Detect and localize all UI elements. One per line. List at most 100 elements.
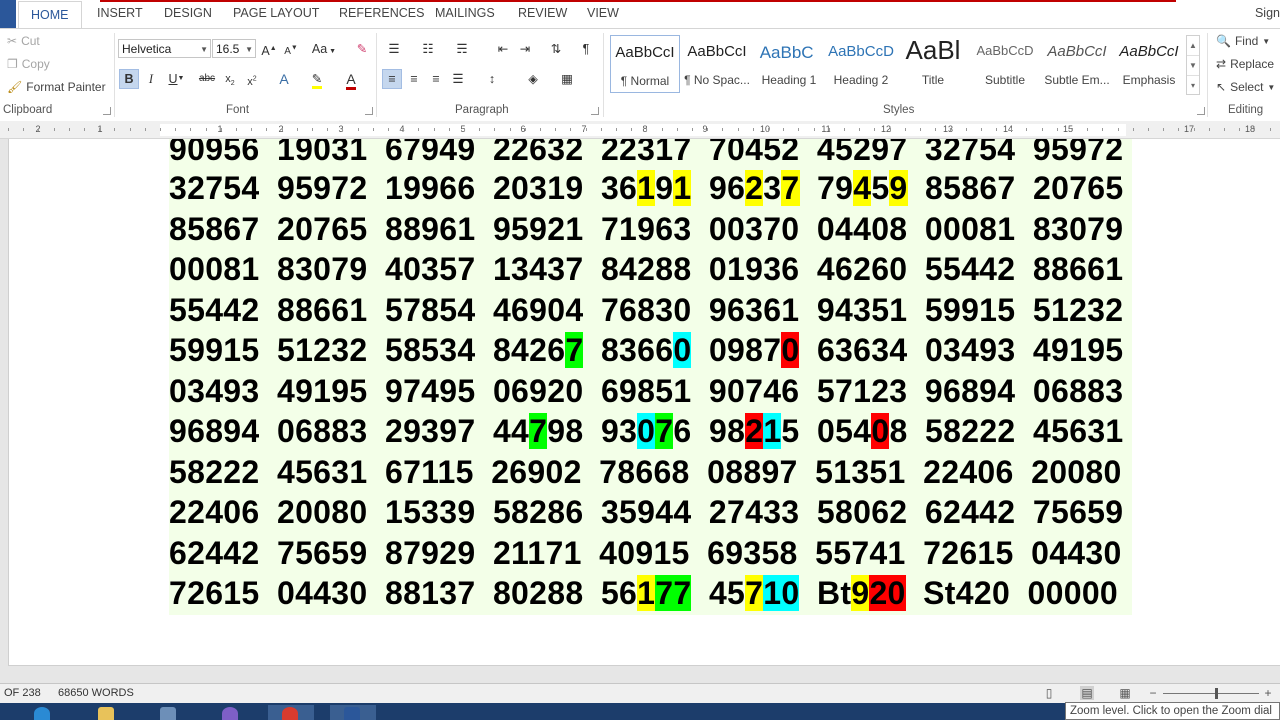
page-count[interactable]: OF 238 [4,687,41,699]
number-group[interactable]: 85867 [169,210,259,248]
line-spacing-button[interactable]: ↕ [482,69,502,89]
tab-mailings[interactable]: MAILINGS [435,6,495,20]
number-group[interactable]: 56177 [601,574,692,612]
number-group[interactable]: 06883 [1033,372,1123,410]
clipboard-dialog-launcher[interactable] [103,107,111,115]
italic-button[interactable]: I [141,69,161,89]
tab-page-layout[interactable]: PAGE LAYOUT [233,6,319,20]
clear-formatting-button[interactable]: ✎ [352,39,372,59]
style-normal[interactable]: AaBbCcI ¶ Normal [610,35,680,93]
number-group[interactable]: 62442 [169,534,259,572]
number-group[interactable]: 20765 [277,210,367,248]
style-heading-1[interactable]: AaBbC Heading 1 [754,35,824,93]
style-subtitle[interactable]: AaBbCcD Subtitle [970,35,1040,93]
number-group[interactable]: 49195 [277,372,367,410]
styles-dialog-launcher[interactable] [1197,107,1205,115]
number-group[interactable]: 75659 [1033,493,1123,531]
number-group[interactable]: 90746 [709,372,799,410]
read-mode-icon[interactable]: ▯ [1042,686,1056,700]
style-subtle-emphasis[interactable]: AaBbCcI Subtle Em... [1042,35,1112,93]
number-group[interactable]: 88137 [385,574,475,612]
number-group[interactable]: 67115 [385,453,474,491]
zoom-slider-thumb[interactable] [1215,688,1218,699]
number-group[interactable]: 03493 [925,331,1015,369]
number-group[interactable]: 83079 [1033,210,1123,248]
zoom-in-icon[interactable]: + [1261,686,1275,700]
number-group[interactable]: 96894 [925,372,1015,410]
horizontal-ruler[interactable]: 211234567891011121314151718 [0,121,1280,139]
font-family-combo[interactable]: Helvetica ▼ [118,39,211,58]
taskbar-app-4[interactable] [208,705,254,720]
number-group[interactable]: 44798 [493,412,584,450]
decrease-indent-button[interactable]: ⇤ [493,39,513,59]
more-styles-icon[interactable]: ▾ [1187,76,1199,95]
number-group[interactable]: 58286 [493,493,583,531]
number-group[interactable]: 51232 [277,331,367,369]
taskbar-app-3[interactable] [146,705,192,720]
sort-button[interactable]: ⇅ [546,39,566,59]
number-group[interactable]: 85867 [925,169,1015,207]
multilevel-list-button[interactable]: ☴ [452,39,472,59]
number-group[interactable]: 62442 [925,493,1015,531]
number-group[interactable]: 29397 [385,412,475,450]
number-group[interactable]: 95972 [277,169,367,207]
number-group[interactable]: Bt920 [817,574,906,612]
tab-review[interactable]: REVIEW [518,6,567,20]
numbering-button[interactable]: ☷ [418,39,438,59]
font-color-button[interactable]: A [341,69,361,90]
number-group[interactable]: 96361 [709,291,799,329]
number-group[interactable]: 26902 [491,453,581,491]
number-group[interactable]: 72615 [169,574,259,612]
word-count[interactable]: 68650 WORDS [58,687,134,699]
number-group[interactable]: 70452 [709,139,799,165]
cut-button[interactable]: ✂ Cut [7,34,40,48]
number-group[interactable]: 46260 [817,250,907,288]
borders-button[interactable]: ▦ [557,69,577,89]
tab-design[interactable]: DESIGN [164,6,212,20]
number-group[interactable]: 55442 [925,250,1015,288]
number-group[interactable]: 22317 [601,139,691,165]
highlight-color-button[interactable]: ✎ [307,69,327,89]
shading-button[interactable]: ◈ [523,69,543,89]
underline-dropdown[interactable]: ▼ [176,69,186,89]
bullets-button[interactable]: ☰ [384,39,404,59]
number-group[interactable]: 83079 [277,250,367,288]
number-group[interactable]: 09870 [709,331,800,369]
zoom-slider-track[interactable] [1163,693,1259,694]
number-group[interactable]: 87929 [385,534,475,572]
taskbar-explorer[interactable] [84,705,130,720]
number-group[interactable]: 59915 [925,291,1015,329]
change-case-button[interactable]: Aa ▼ [310,39,338,59]
number-group[interactable]: 40357 [385,250,475,288]
number-group[interactable]: 58222 [925,412,1015,450]
strikethrough-button[interactable]: abc [197,69,217,89]
number-group[interactable]: 90956 [169,139,259,165]
number-group[interactable]: 00081 [169,250,259,288]
number-group[interactable]: 19966 [385,169,475,207]
number-group[interactable]: 51351 [815,453,905,491]
scroll-down-icon[interactable]: ▼ [1187,56,1199,76]
number-group[interactable]: 32754 [925,139,1015,165]
document-page[interactable]: 90956 19031 67949 22632 22317 70452 45297 32754… [8,139,1280,666]
justify-button[interactable]: ☰ [448,69,468,89]
styles-gallery-scroller[interactable]: ▲ ▼ ▾ [1186,35,1200,95]
number-group[interactable]: St420 [923,574,1010,612]
superscript-button[interactable]: x2 [242,69,262,89]
align-right-button[interactable]: ≡ [426,69,446,89]
number-group[interactable]: 63634 [817,331,907,369]
sign-in-link[interactable]: Sign [1255,6,1280,20]
document-area[interactable]: 90956 19031 67949 22632 22317 70452 45297 32754… [0,139,1280,683]
number-group[interactable]: 95921 [493,210,583,248]
number-group[interactable]: 69851 [601,372,691,410]
number-group[interactable]: 83660 [601,331,692,369]
number-group[interactable]: 08897 [707,453,797,491]
number-group[interactable]: 58534 [385,331,475,369]
zoom-out-icon[interactable]: − [1146,686,1160,700]
number-group[interactable]: 59915 [169,331,259,369]
number-group[interactable]: 20080 [277,493,367,531]
number-group[interactable]: 00000 [1028,574,1118,612]
tab-view[interactable]: VIEW [587,6,619,20]
select-button[interactable]: ↖ Select ▼ [1216,80,1275,94]
number-group[interactable]: 80288 [493,574,583,612]
subscript-button[interactable]: x2 [220,69,240,89]
